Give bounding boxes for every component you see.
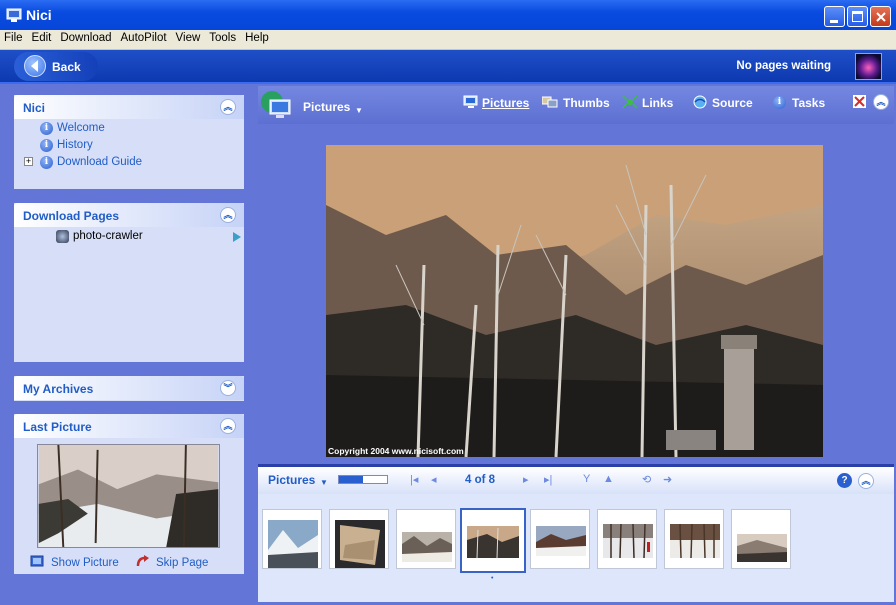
download-pages-header[interactable]: Download Pages ︽	[14, 203, 244, 227]
position-counter: 4 of 8	[465, 474, 496, 486]
minimize-button[interactable]	[824, 6, 845, 27]
download-guide-link[interactable]: Download Guide	[57, 156, 142, 168]
thumbnail-6[interactable]	[597, 509, 657, 569]
last-picture-panel: Last Picture ︽ Show Picture Skip Page	[14, 414, 244, 574]
back-button[interactable]: Back	[14, 52, 98, 81]
download-pages-panel: Download Pages ︽ photo-crawler	[14, 203, 244, 362]
menu-download[interactable]: Download	[56, 30, 116, 44]
skip-page-icon	[136, 555, 149, 567]
my-archives-panel: My Archives ︾	[14, 376, 244, 401]
tab-source[interactable]: Source	[712, 96, 753, 110]
menu-help[interactable]: Help	[241, 30, 274, 44]
refresh-icon[interactable]: ⟲	[642, 473, 651, 486]
panel-title: Download Pages	[23, 209, 120, 223]
info-icon: i	[40, 122, 53, 135]
info-icon: i	[40, 156, 53, 169]
progress-fill	[339, 476, 363, 483]
play-arrow-icon[interactable]	[233, 232, 241, 242]
menu-edit[interactable]: Edit	[28, 30, 57, 44]
thumbnail-4-selected[interactable]	[460, 508, 526, 573]
menu-autopilot[interactable]: AutoPilot	[117, 30, 172, 44]
collapse-icon[interactable]: ︽	[220, 99, 236, 115]
pictures-tab-icon	[463, 95, 478, 108]
last-picture-thumbnail[interactable]	[37, 444, 220, 548]
chevron-down-icon[interactable]: ▼	[355, 106, 363, 115]
thumbnail-toolbar: Pictures ▼ |◂ ◂ 4 of 8 ▸ ▸| Y ▲ ⟲ ➜ ? ︽	[258, 464, 894, 494]
last-picture-header[interactable]: Last Picture ︽	[14, 414, 244, 438]
main-picture[interactable]	[326, 145, 823, 457]
previous-icon[interactable]: ◂	[431, 473, 437, 486]
first-icon[interactable]: |◂	[410, 473, 418, 486]
tab-pictures[interactable]: Pictures	[482, 96, 529, 110]
camera-icon	[56, 230, 69, 243]
thumbnail-7[interactable]	[664, 509, 724, 569]
menu-tools[interactable]: Tools	[205, 30, 241, 44]
show-picture-icon	[30, 555, 44, 567]
links-tab-icon	[622, 95, 638, 109]
source-tab-icon	[693, 95, 707, 109]
minimize-icon	[830, 20, 838, 23]
collapse-icon[interactable]: ︽	[873, 94, 889, 110]
my-archives-header[interactable]: My Archives ︾	[14, 376, 244, 400]
chevron-down-icon[interactable]: ▼	[320, 478, 328, 487]
pictures-monitor-icon	[261, 91, 291, 118]
last-icon[interactable]: ▸|	[544, 473, 552, 486]
close-icon	[876, 12, 886, 22]
maximize-button[interactable]	[847, 6, 868, 27]
window-title: Nici	[26, 7, 52, 23]
status-text: No pages waiting	[736, 60, 831, 72]
copyright-text: Copyright 2004 www.nicisoft.com	[328, 446, 464, 456]
menu-view[interactable]: View	[172, 30, 206, 44]
history-link[interactable]: History	[57, 139, 93, 151]
menu-bar: File Edit Download AutoPilot View Tools Help	[0, 30, 896, 50]
info-icon: i	[40, 139, 53, 152]
skip-page-link[interactable]: Skip Page	[156, 557, 208, 569]
app-icon	[6, 8, 22, 22]
maximize-icon	[852, 11, 863, 22]
expand-icon[interactable]: +	[24, 157, 33, 166]
tab-thumbs[interactable]: Thumbs	[563, 96, 610, 110]
panel-title: Nici	[23, 101, 46, 115]
progress-bar	[338, 475, 388, 484]
fullscreen-icon[interactable]	[853, 95, 866, 108]
nici-panel-header[interactable]: Nici ︽	[14, 95, 244, 119]
strip-dropdown[interactable]: Pictures	[268, 473, 315, 487]
back-label: Back	[52, 60, 81, 74]
thumbnail-1[interactable]	[262, 509, 322, 569]
landscape-photo	[326, 145, 823, 457]
welcome-link[interactable]: Welcome	[57, 122, 105, 134]
up-icon[interactable]: ▲	[603, 473, 614, 485]
thumbnail-3[interactable]	[396, 509, 456, 569]
back-arrow-icon	[24, 55, 46, 77]
activity-orb-icon[interactable]	[855, 53, 882, 80]
help-icon[interactable]: ?	[837, 473, 852, 488]
tasks-info-icon: i	[773, 96, 786, 109]
thumbnail-8[interactable]	[731, 509, 791, 569]
forward-icon[interactable]: ➜	[663, 473, 672, 486]
viewer-header: Pictures ▼ Pictures Thumbs Links Source …	[258, 86, 894, 124]
close-button[interactable]	[870, 6, 891, 27]
filter-icon[interactable]: Y	[583, 473, 590, 485]
title-bar: Nici	[0, 0, 896, 30]
menu-file[interactable]: File	[0, 30, 28, 44]
collapse-icon[interactable]: ︽	[858, 473, 874, 489]
tab-tasks[interactable]: Tasks	[792, 96, 825, 110]
thumbnail-2[interactable]	[329, 509, 389, 569]
page-item[interactable]: photo-crawler	[73, 230, 143, 242]
tab-links[interactable]: Links	[642, 96, 673, 110]
panel-title: Last Picture	[23, 420, 92, 434]
section-dropdown[interactable]: Pictures	[303, 100, 350, 114]
thumbs-tab-icon	[542, 96, 558, 108]
collapse-icon[interactable]: ︽	[220, 207, 236, 223]
next-icon[interactable]: ▸	[523, 473, 529, 486]
thumbnail-strip: •	[258, 494, 894, 602]
panel-title: My Archives	[23, 382, 94, 396]
collapse-icon[interactable]: ︽	[220, 418, 236, 434]
show-picture-link[interactable]: Show Picture	[51, 557, 119, 569]
nici-panel: Nici ︽ i Welcome i History + i Download …	[14, 95, 244, 189]
expand-icon[interactable]: ︾	[220, 380, 236, 396]
thumbnail-5[interactable]	[530, 509, 590, 569]
selection-marker: •	[491, 575, 494, 582]
